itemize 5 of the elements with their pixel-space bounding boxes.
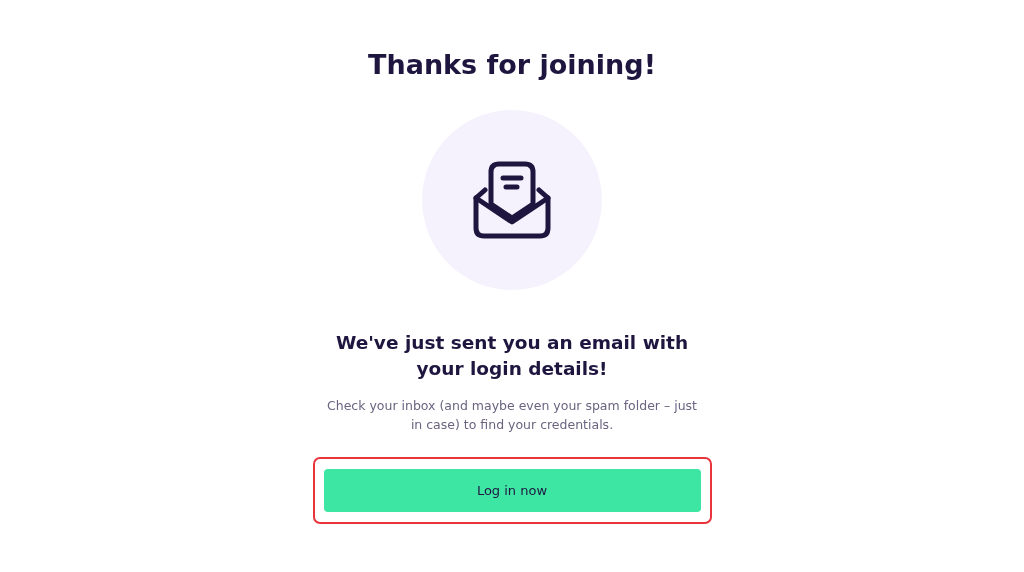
message-text: Check your inbox (and maybe even your spam folder – just in case) to find your credentials.: [326, 397, 698, 434]
login-button[interactable]: Log in now: [323, 469, 701, 512]
envelope-icon: [473, 160, 551, 240]
message-heading: We've just sent you an email with your login details!: [334, 331, 690, 381]
page-title: Thanks for joining!: [368, 48, 656, 82]
